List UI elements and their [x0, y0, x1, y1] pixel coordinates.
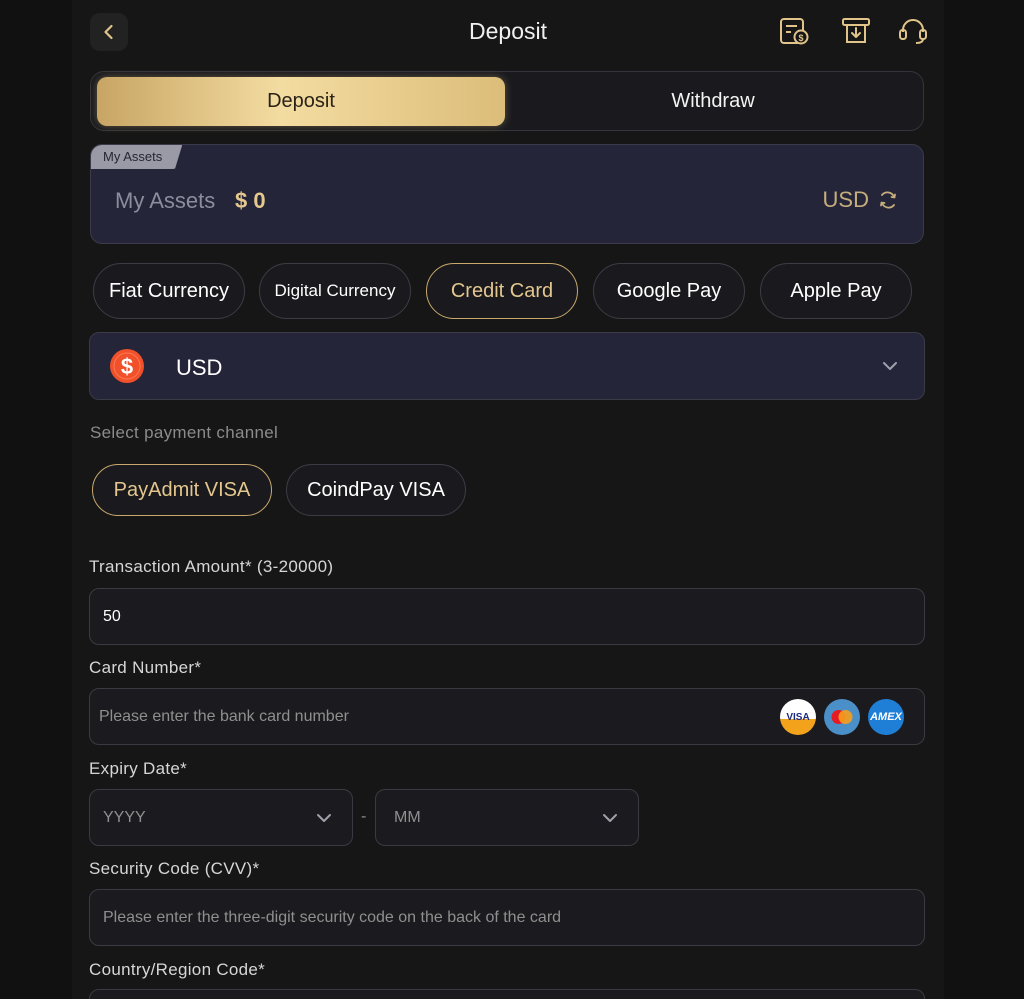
cvv-input[interactable]	[90, 890, 924, 945]
country-label: Country/Region Code*	[89, 960, 266, 979]
refresh-icon[interactable]	[877, 189, 899, 211]
channel-payadmit-visa[interactable]: PayAdmit VISA	[92, 464, 272, 516]
bill-dollar-icon: $	[780, 18, 809, 45]
assets-balance: $ 0	[235, 188, 266, 213]
payment-channel-label: Select payment channel	[90, 423, 279, 442]
amex-logo-icon: AMEX	[868, 699, 904, 735]
assets-label: My Assets	[115, 188, 216, 213]
method-google-pay[interactable]: Google Pay	[593, 263, 745, 319]
method-digital-currency[interactable]: Digital Currency	[259, 263, 411, 319]
svg-text:$: $	[798, 33, 803, 43]
country-field-wrapper[interactable]	[89, 989, 925, 999]
channel-coindpay-visa[interactable]: CoindPay VISA	[286, 464, 466, 516]
amount-label: Transaction Amount* (3-20000)	[89, 557, 334, 576]
tab-withdraw[interactable]: Withdraw	[509, 77, 917, 126]
headset-icon	[899, 19, 927, 44]
expiry-month-placeholder: MM	[394, 809, 421, 826]
chevron-down-icon	[317, 814, 331, 822]
chevron-down-icon	[883, 362, 897, 370]
expiry-year-placeholder: YYYY	[103, 809, 146, 826]
currency-select[interactable]: $ USD	[89, 332, 925, 400]
deposit-screen: Deposit $ Deposit Withdraw My Assets My …	[72, 0, 944, 999]
expiry-label: Expiry Date*	[89, 759, 188, 778]
chevron-down-icon	[603, 814, 617, 822]
method-credit-card[interactable]: Credit Card	[426, 263, 578, 319]
atm-download-button[interactable]	[839, 14, 873, 48]
dollar-coin-icon: $	[110, 349, 144, 383]
currency-value: USD	[176, 355, 223, 380]
expiry-year-select[interactable]: YYYY	[89, 789, 353, 846]
amount-field-wrapper	[89, 588, 925, 645]
mastercard-logo-icon	[824, 699, 860, 735]
assets-currency[interactable]: USD	[823, 187, 869, 213]
atm-download-icon	[842, 18, 870, 43]
card-logos: VISA AMEX	[780, 699, 904, 735]
card-number-field-wrapper: VISA AMEX	[89, 688, 925, 745]
visa-logo-icon: VISA	[780, 699, 816, 735]
bill-dollar-button[interactable]: $	[777, 14, 811, 48]
deposit-withdraw-tabs: Deposit Withdraw	[90, 71, 924, 131]
amount-input[interactable]	[90, 589, 924, 644]
method-apple-pay[interactable]: Apple Pay	[760, 263, 912, 319]
card-number-label: Card Number*	[89, 658, 202, 677]
tab-deposit[interactable]: Deposit	[97, 77, 505, 126]
expiry-separator: -	[361, 808, 367, 825]
svg-text:$: $	[121, 354, 133, 379]
page-title: Deposit	[469, 18, 547, 44]
method-fiat-currency[interactable]: Fiat Currency	[93, 263, 245, 319]
cvv-field-wrapper	[89, 889, 925, 946]
assets-card: My Assets My Assets $ 0 USD	[90, 144, 924, 244]
cvv-label: Security Code (CVV)*	[89, 859, 260, 878]
header: Deposit $	[72, 0, 944, 64]
expiry-month-select[interactable]: MM	[375, 789, 639, 846]
support-button[interactable]	[896, 14, 930, 48]
mastercard-circles-icon	[831, 710, 853, 724]
assets-tag: My Assets	[91, 145, 183, 169]
